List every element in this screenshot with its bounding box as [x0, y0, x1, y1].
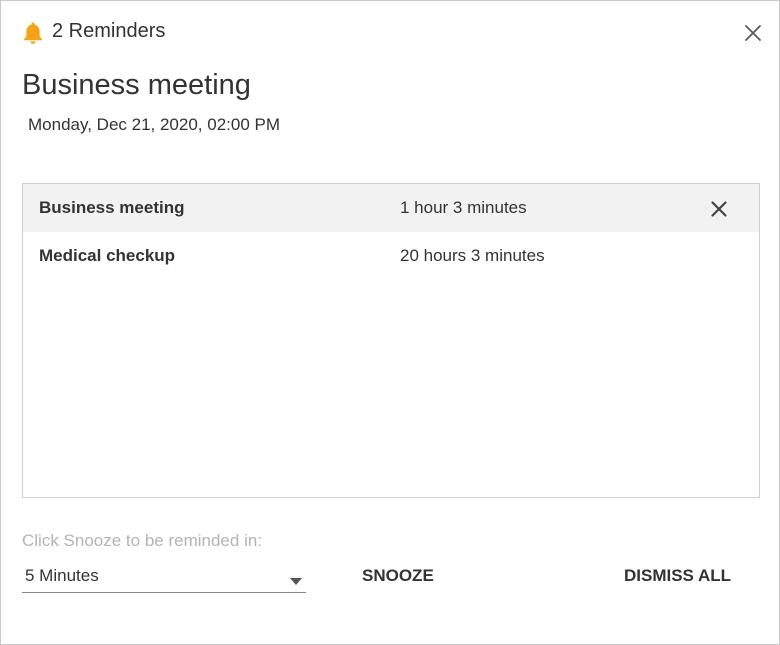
reminder-row-business-meeting[interactable]: Business meeting 1 hour 3 minutes [23, 184, 759, 232]
bell-icon [22, 21, 44, 45]
reminder-row-medical-checkup[interactable]: Medical checkup 20 hours 3 minutes [23, 232, 759, 280]
event-title: Business meeting [22, 69, 251, 101]
reminder-list: Business meeting 1 hour 3 minutes Medica… [22, 183, 760, 498]
snooze-duration-select[interactable]: 5 Minutes [22, 561, 306, 593]
reminder-name: Medical checkup [39, 246, 176, 265]
dismiss-reminder-icon[interactable] [709, 199, 729, 219]
close-icon[interactable] [742, 22, 764, 44]
reminder-name: Business meeting [39, 198, 185, 217]
reminder-due-in: 1 hour 3 minutes [400, 198, 527, 217]
snooze-label: Click Snooze to be reminded in: [22, 531, 263, 550]
dismiss-all-button[interactable]: DISMISS ALL [624, 566, 731, 586]
chevron-down-icon [290, 573, 302, 585]
title-bar: 2 Reminders [1, 1, 779, 63]
snooze-button[interactable]: SNOOZE [362, 566, 434, 586]
event-datetime: Monday, Dec 21, 2020, 02:00 PM [28, 115, 281, 134]
reminder-due-in: 20 hours 3 minutes [400, 246, 545, 265]
window-title: 2 Reminders [52, 20, 166, 42]
reminders-window: 2 Reminders Business meeting Monday, Dec… [0, 0, 780, 645]
snooze-duration-value: 5 Minutes [25, 566, 99, 585]
